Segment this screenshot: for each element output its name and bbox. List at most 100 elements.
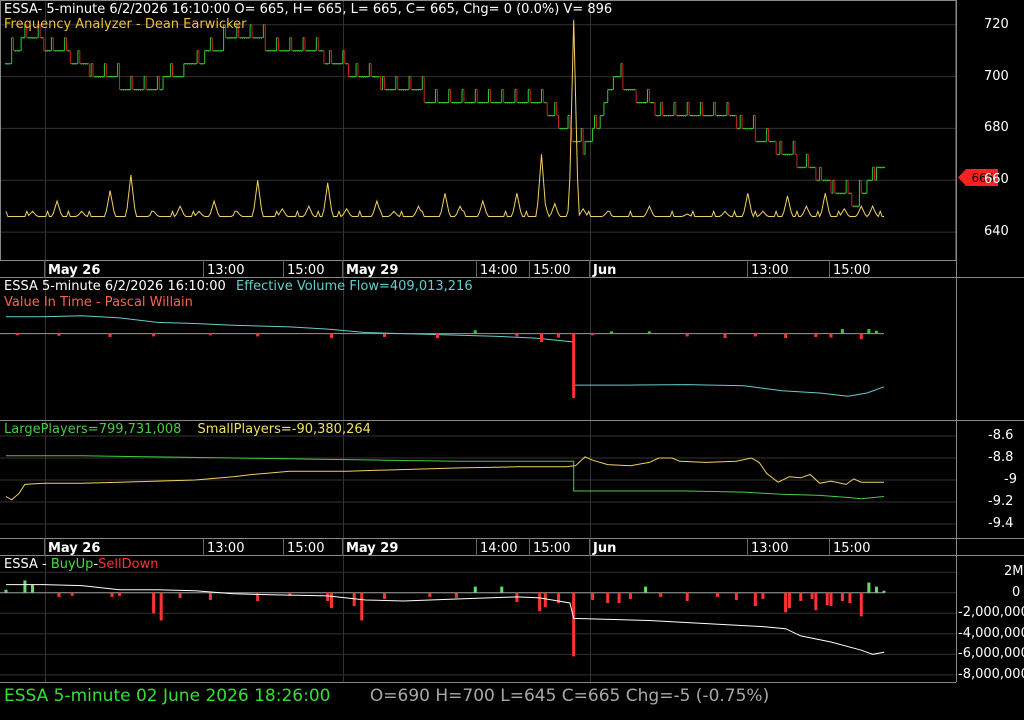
price-bar [302, 37, 305, 52]
price-bar [712, 101, 715, 116]
price-bar [6, 63, 9, 65]
price-bar [865, 179, 868, 194]
price-bar [373, 76, 376, 78]
price-bar [122, 89, 125, 91]
price-bar [330, 50, 333, 65]
price-bar [332, 63, 335, 65]
evf-histogram-bar [382, 333, 386, 337]
price-bar [580, 127, 583, 142]
price-bar [642, 101, 645, 104]
price-bar [277, 37, 280, 52]
price-bar [546, 101, 549, 116]
buysell-bar [572, 592, 576, 657]
price-bar [328, 50, 331, 65]
price-bar [319, 50, 322, 52]
chart-stage: ESSA- 5-minute 6/2/2026 16:10:00 O= 665,… [0, 0, 1024, 720]
price-bar [303, 37, 306, 52]
evf-histogram-bar [610, 331, 614, 334]
price-bar [525, 101, 528, 104]
price-bar [434, 89, 437, 103]
price-bar [848, 192, 851, 195]
price-bar [839, 192, 842, 195]
price-bar [786, 153, 789, 156]
price-bar [548, 114, 551, 117]
price-bar [765, 127, 768, 142]
buysell-y-tick: -2,000,000 [958, 605, 1024, 621]
x-tick-label: 15:00 [287, 263, 325, 278]
price-bar [669, 114, 672, 117]
price-bar [650, 101, 653, 104]
evf-value-label: Effective Volume Flow=409,013,216 [235, 279, 473, 294]
price-bar [33, 37, 36, 39]
price-bar [46, 50, 49, 52]
price-bar [364, 76, 367, 78]
price-bar [466, 101, 469, 104]
buyup-label: BuyUp [50, 557, 94, 572]
price-bar [14, 50, 17, 52]
price-bar [205, 50, 208, 52]
evf-histogram-bar [572, 333, 576, 398]
price-bar [737, 127, 740, 130]
price-bar [775, 140, 778, 155]
buysell-bar [538, 592, 542, 612]
price-bar [402, 89, 405, 91]
price-bar [498, 101, 501, 104]
evf-histogram-bar [152, 333, 156, 337]
price-bar [230, 37, 233, 39]
price-bar [101, 76, 104, 78]
price-bar [599, 114, 602, 129]
price-bar [392, 89, 395, 91]
chart-canvas[interactable] [0, 0, 1024, 720]
buysell-bar [814, 592, 818, 611]
price-bar [52, 37, 55, 52]
price-bar [421, 76, 424, 91]
price-bar [82, 63, 85, 65]
price-bar [294, 50, 297, 52]
evf-histogram-bar [753, 333, 757, 337]
buysell-bar [152, 592, 156, 614]
buysell-bar [159, 592, 163, 621]
price-bar [40, 37, 43, 39]
evf-histogram-bar [435, 333, 439, 339]
price-bar [610, 89, 613, 91]
price-bar [493, 101, 496, 104]
price-bar [748, 127, 751, 130]
price-bar [116, 63, 119, 78]
x-tick-label: 13:00 [751, 541, 789, 556]
evf-histogram-bar [473, 330, 477, 334]
buysell-bar [4, 589, 8, 593]
price-bar [777, 153, 780, 156]
price-bar [725, 101, 728, 116]
price-bar [290, 37, 293, 52]
price-bar [680, 114, 683, 117]
price-bar [731, 114, 734, 117]
evf-histogram-bar [874, 330, 878, 334]
price-bar [213, 50, 216, 52]
price-bar [5, 63, 7, 65]
buysell-bar [734, 592, 738, 600]
buysell-symbol: ESSA - [4, 557, 51, 572]
evf-histogram-bar [15, 333, 19, 336]
price-bar [404, 89, 407, 91]
price-bar [334, 63, 337, 65]
price-bar [409, 76, 412, 91]
price-bar [18, 50, 21, 52]
price-bar [69, 50, 72, 65]
buysell-bar [829, 592, 833, 607]
price-bar [269, 50, 272, 52]
buysell-bar [208, 592, 212, 600]
buysell-bar [799, 592, 803, 601]
price-bar [811, 166, 814, 169]
price-bar [182, 63, 185, 78]
price-bar [553, 101, 556, 116]
price-bar [744, 127, 747, 130]
price-bar [724, 114, 727, 117]
price-panel-frame [0, 0, 957, 261]
price-bar [616, 76, 619, 78]
price-bar [425, 101, 428, 104]
price-bar [90, 63, 93, 78]
price-bar [93, 76, 96, 78]
price-bar [701, 101, 704, 116]
price-bar [792, 140, 795, 155]
buysell-bar [848, 592, 852, 604]
